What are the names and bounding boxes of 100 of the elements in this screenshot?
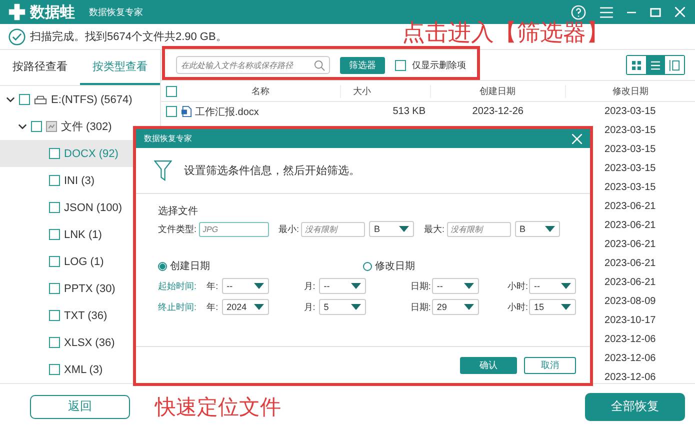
field-label: 最大:	[424, 222, 445, 236]
tree-label: XML (3)	[64, 364, 103, 376]
caret-icon	[254, 283, 264, 289]
caret-icon	[464, 304, 474, 310]
menu-icon[interactable]	[600, 6, 613, 18]
dropdown-field[interactable]: --	[432, 278, 479, 294]
column-header[interactable]: 大小	[341, 84, 431, 98]
radio-button[interactable]	[158, 262, 167, 270]
panel-icon	[669, 60, 680, 70]
column-header[interactable]: 修改日期	[566, 84, 695, 98]
field-label: 日期:	[409, 300, 431, 314]
caret-icon	[561, 283, 572, 289]
checkbox[interactable]	[395, 60, 406, 70]
tree-label: DOCX (92)	[64, 148, 118, 160]
check-circle-icon	[8, 28, 26, 46]
view-tab[interactable]: 按类型查看	[80, 50, 160, 85]
modified-date: 2023-06-21	[604, 258, 656, 269]
annotation-text: 点击进入【筛选器】	[402, 18, 609, 47]
tree-item[interactable]: XLSX (36)	[0, 329, 134, 356]
modified-date: 2023-12-06	[604, 334, 656, 345]
app-logo: 数据蛙	[30, 2, 75, 22]
tree-label: PPTX (30)	[64, 282, 116, 294]
checkbox[interactable]	[49, 175, 60, 186]
dialog-title: 数据恢复专家	[144, 133, 192, 144]
tree-item[interactable]: LNK (1)	[0, 221, 134, 248]
caret-icon	[399, 226, 410, 232]
checkbox[interactable]	[166, 86, 176, 96]
filter-button[interactable]: 筛选器	[340, 56, 385, 74]
close-icon[interactable]	[572, 134, 582, 144]
file-type-field[interactable]: JPG	[198, 222, 269, 236]
recover-all-button[interactable]: 全部恢复	[585, 392, 685, 420]
modified-date: 2023-06-21	[604, 201, 656, 212]
checkbox[interactable]	[166, 106, 176, 117]
checkbox[interactable]	[49, 364, 60, 375]
file-name: 工作汇报.docx	[195, 106, 259, 118]
dropdown-field[interactable]: 2024	[222, 299, 269, 315]
checkbox[interactable]	[49, 337, 60, 348]
checkbox[interactable]	[49, 229, 60, 240]
checkbox[interactable]	[49, 202, 60, 213]
dropdown-field[interactable]: --	[318, 278, 366, 294]
created-date: 2023-12-26	[472, 106, 524, 117]
back-button[interactable]: 返回	[30, 394, 130, 418]
checkbox[interactable]	[49, 283, 60, 294]
modified-date: 2023-12-06	[604, 372, 656, 383]
field-label: 日期:	[409, 280, 431, 292]
close-icon[interactable]	[675, 7, 685, 17]
radio-button[interactable]	[363, 262, 372, 270]
checkbox[interactable]	[49, 310, 60, 321]
view-tab[interactable]: 按路径查看	[0, 50, 80, 85]
section-title: 选择文件	[158, 204, 199, 218]
tree-label: LNK (1)	[64, 228, 102, 240]
modified-date: 2023-03-15	[604, 106, 656, 117]
dropdown-field[interactable]: --	[222, 278, 269, 294]
chevron-down-icon[interactable]	[18, 122, 27, 131]
help-icon[interactable]	[571, 4, 586, 20]
tree-item[interactable]: PPTX (30)	[0, 275, 134, 302]
cancel-button[interactable]: 取消	[524, 356, 576, 374]
dropdown-field[interactable]: --	[529, 278, 576, 294]
chevron-down-icon[interactable]	[6, 95, 15, 104]
field-label: 年:	[206, 300, 220, 314]
confirm-button[interactable]: 确认	[460, 356, 517, 374]
field-label: 小时:	[506, 300, 528, 314]
tree-item[interactable]: JSON (100)	[0, 194, 134, 221]
tree-item[interactable]: TXT (36)	[0, 302, 134, 329]
document-icon	[181, 106, 192, 117]
modified-date: 2023-06-21	[604, 277, 656, 288]
field-label: 月:	[304, 300, 316, 314]
search-field[interactable]: 在此处输入文件名称或保存路径	[176, 56, 330, 74]
unit-dropdown[interactable]: B	[369, 221, 414, 237]
tree-label: 文件 (302)	[61, 120, 112, 134]
range-label: 终止时间:	[158, 300, 198, 314]
max-size-field[interactable]: 没有限制	[446, 222, 511, 236]
column-header[interactable]: 创建日期	[430, 84, 566, 98]
dropdown-field[interactable]: 29	[432, 299, 479, 315]
grid-icon	[632, 60, 641, 70]
modified-date: 2023-10-17	[604, 315, 656, 326]
tree-label: TXT (36)	[64, 310, 108, 322]
tree-item[interactable]: E:(NTFS) (5674)	[0, 86, 134, 113]
maximize-icon[interactable]	[650, 6, 661, 18]
scan-status: 扫描完成。找到5674个文件共2.90 GB。	[30, 30, 227, 44]
file-size: 513 KB	[392, 106, 426, 117]
tree-item[interactable]: LOG (1)	[0, 248, 134, 275]
annotation-text: 快速定位文件	[155, 395, 281, 421]
checkbox[interactable]	[19, 94, 30, 105]
checkbox-label: 仅显示删除项	[412, 58, 466, 72]
tree-item[interactable]: INI (3)	[0, 167, 134, 194]
checkbox[interactable]	[49, 148, 60, 159]
modified-date: 2023-06-21	[604, 239, 656, 250]
checkbox[interactable]	[31, 121, 42, 132]
tree-label: INI (3)	[64, 174, 95, 186]
modified-date: 2023-03-15	[604, 182, 656, 193]
column-header[interactable]: 名称	[181, 84, 342, 98]
unit-dropdown[interactable]: B	[514, 221, 560, 237]
dropdown-field[interactable]: 5	[318, 299, 366, 315]
checkbox[interactable]	[49, 256, 60, 267]
view-button[interactable]	[646, 56, 665, 74]
tree-item[interactable]: XML (3)	[0, 356, 134, 383]
dropdown-field[interactable]: 15	[529, 299, 576, 315]
min-size-field[interactable]: 没有限制	[301, 222, 366, 236]
tree-item[interactable]: 文件 (302)	[0, 113, 134, 140]
